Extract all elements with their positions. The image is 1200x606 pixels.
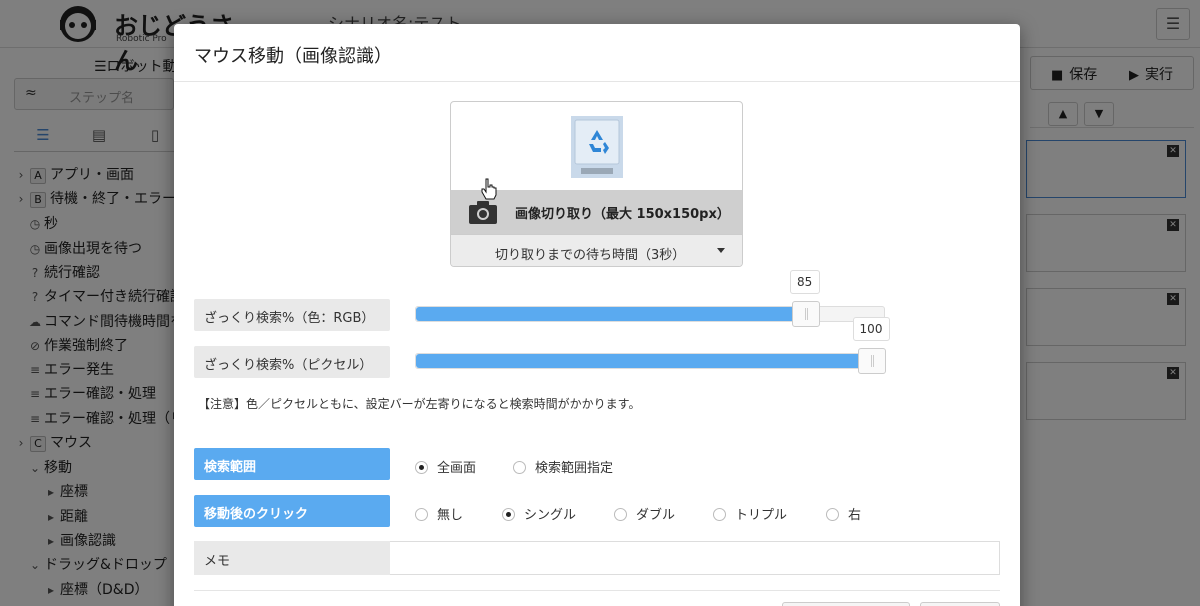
radio-label: 右 [848,508,862,523]
rgb-threshold-value: 85 [789,270,820,294]
radio-dot [713,508,726,521]
radio-label: ダブル [636,508,676,523]
radio-dot [415,461,428,474]
radio-dot [415,508,428,521]
pixel-threshold-value: 100 [852,317,890,341]
radio-dot [826,508,839,521]
radio-click-single[interactable]: シングル [502,504,576,523]
click-after-move-label: 移動後のクリック [194,495,390,527]
radio-specify-range[interactable]: 検索範囲指定 [513,457,613,476]
slider-handle[interactable] [858,348,886,374]
footer-ok-button[interactable] [920,602,1000,606]
dialog-header: マウス移動（画像認識） [174,24,1020,82]
camera-icon [469,201,497,224]
dialog-title: マウス移動（画像認識） [194,46,392,67]
radio-label: 検索範囲指定 [535,461,614,476]
radio-label: トリプル [735,508,788,523]
radio-fullscreen[interactable]: 全画面 [415,457,476,476]
caret-down-icon [717,248,725,253]
footer-cancel-button[interactable] [782,602,910,606]
radio-dot [502,508,515,521]
slider-fill [416,307,806,321]
footer-divider [194,590,1000,591]
memo-label: メモ [194,541,390,575]
hand-cursor-icon [481,178,497,200]
capture-button-label: 画像切り取り（最大 150x150px） [515,207,730,222]
rgb-threshold-slider[interactable] [415,301,885,327]
radio-click-triple[interactable]: トリプル [713,504,787,523]
capture-wait-value: 切り取りまでの待ち時間（3秒） [495,248,686,263]
radio-click-none[interactable]: 無し [415,504,463,523]
radio-dot [513,461,526,474]
mouse-move-dialog: マウス移動（画像認識） 画像切り取り（最大 150x150px） 切り取りまでの… [174,24,1020,606]
radio-label: 全画面 [437,461,477,476]
recycle-bin-icon [571,116,623,178]
radio-label: 無し [437,508,464,523]
capture-wait-dropdown[interactable]: 切り取りまでの待ち時間（3秒） [451,234,742,266]
pixel-threshold-slider[interactable] [415,348,886,374]
search-range-label: 検索範囲 [194,448,390,480]
rgb-threshold-label: ざっくり検索%（色：RGB） [194,299,390,331]
slider-handle[interactable] [791,301,820,327]
memo-input[interactable] [390,541,1000,575]
slider-fill [416,354,872,368]
pixel-threshold-label: ざっくり検索%（ピクセル） [194,346,390,378]
search-time-note: 【注意】色／ピクセルともに、設定バーが左寄りになると検索時間がかかります。 [198,397,641,411]
radio-click-right[interactable]: 右 [826,504,861,523]
radio-dot [614,508,627,521]
radio-label: シングル [524,508,577,523]
radio-click-double[interactable]: ダブル [614,504,675,523]
